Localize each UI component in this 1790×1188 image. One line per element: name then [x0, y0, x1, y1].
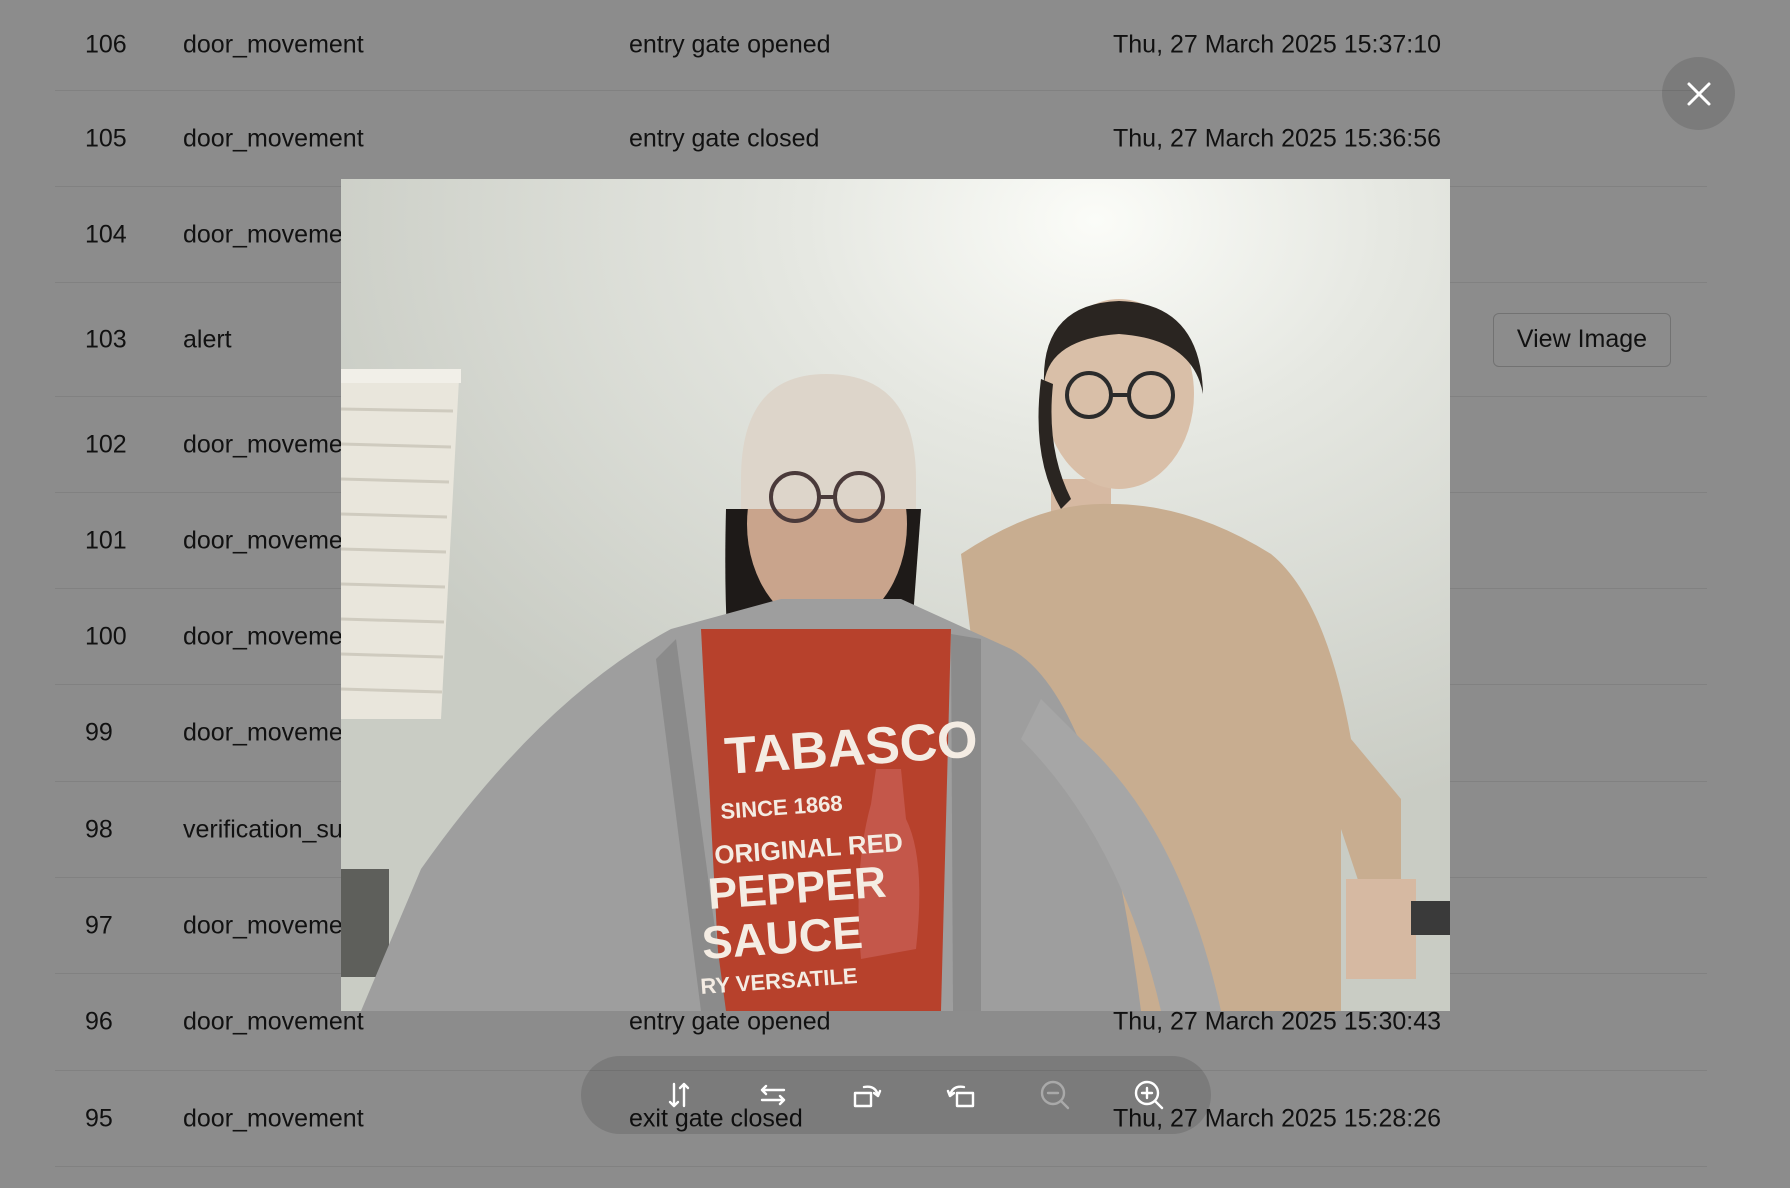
flip-horizontal-button[interactable]: [749, 1071, 797, 1119]
zoom-out-icon: [1040, 1080, 1070, 1110]
zoom-out-button[interactable]: [1031, 1071, 1079, 1119]
flip-vertical-icon: [668, 1082, 690, 1108]
camera-photo: TABASCO SINCE 1868 ORIGINAL RED PEPPER S…: [341, 179, 1450, 1011]
rotate-right-button[interactable]: [937, 1071, 985, 1119]
close-icon: [1687, 82, 1710, 105]
rotate-right-icon: [946, 1085, 975, 1108]
flip-vertical-button[interactable]: [655, 1071, 703, 1119]
image-toolbar: [581, 1056, 1211, 1134]
flip-horizontal-icon: [760, 1084, 786, 1106]
window-blinds: [341, 369, 461, 719]
zoom-in-icon: [1134, 1080, 1164, 1110]
rotate-left-button[interactable]: [843, 1071, 891, 1119]
wall-plate: [341, 869, 389, 977]
zoom-in-button[interactable]: [1125, 1071, 1173, 1119]
rotate-left-icon: [853, 1085, 882, 1108]
close-button[interactable]: [1662, 57, 1735, 130]
image-preview: TABASCO SINCE 1868 ORIGINAL RED PEPPER S…: [341, 179, 1450, 1011]
